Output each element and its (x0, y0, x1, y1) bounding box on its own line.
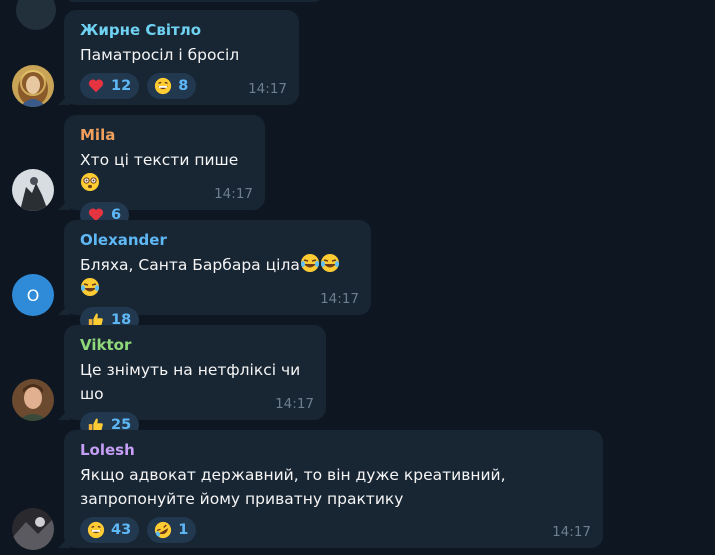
message-time: 14:17 (552, 524, 591, 540)
dizzy-face-icon (81, 173, 99, 191)
avatar-grey-photo-icon[interactable] (12, 169, 54, 211)
tears-of-joy-icon (81, 278, 99, 296)
reaction-grinning[interactable]: 43 (80, 517, 140, 543)
message-text: Паматросіл і бросіл (80, 46, 240, 64)
message-time: 14:17 (248, 81, 287, 97)
reaction-rofl[interactable]: 1 (147, 517, 197, 543)
message-text: Хто ці тексти пише (80, 151, 244, 169)
message-text: Якщо адвокат державний, то він дуже креа… (80, 466, 511, 508)
avatar-man-photo-icon[interactable] (12, 379, 54, 421)
reaction-count: 43 (111, 522, 132, 538)
message-author[interactable]: Mila (80, 125, 249, 145)
message-bubble[interactable]: Жирне Світло Паматросіл і бросіл 12 8 14… (64, 10, 299, 105)
message-time: 14:17 (320, 291, 359, 307)
message-bubble[interactable]: Viktor Це знімуть на нетфліксі чи шо 25 … (64, 325, 326, 438)
message-author[interactable]: Viktor (80, 335, 310, 355)
reaction-count: 1 (178, 522, 189, 538)
avatar-dark-photo-icon[interactable] (12, 508, 54, 550)
reaction-count: 12 (111, 78, 132, 94)
heart-icon (88, 79, 104, 93)
avatar-portrait-icon[interactable] (12, 65, 54, 107)
message-author[interactable]: Olexander (80, 230, 355, 250)
reaction-heart[interactable]: 12 (80, 73, 140, 99)
grinning-face-icon (87, 521, 105, 539)
tears-of-joy-icon (320, 254, 339, 272)
message-text-line: Бляха, Санта Барбара ціла (80, 253, 355, 301)
reaction-grinning[interactable]: 8 (147, 73, 197, 99)
message-time: 14:17 (214, 186, 253, 202)
message-bubble[interactable]: Lolesh Якщо адвокат державний, то він ду… (64, 430, 603, 548)
reaction-count: 8 (178, 78, 189, 94)
message-time: 14:17 (275, 396, 314, 412)
message-author[interactable]: Жирне Світло (80, 20, 283, 40)
reactions-bar: 43 1 (80, 517, 587, 543)
previous-avatar-fragment (16, 0, 56, 30)
tears-of-joy-icon (300, 254, 319, 272)
avatar-letter[interactable]: O (12, 274, 54, 316)
previous-message-bubble-fragment (64, 0, 324, 2)
message-author[interactable]: Lolesh (80, 440, 587, 460)
message-bubble[interactable]: Mila Хто ці тексти пише 6 14:17 (64, 115, 265, 228)
message-text: Бляха, Санта Барбара ціла (80, 256, 300, 274)
rofl-icon (155, 521, 172, 539)
grinning-face-icon (155, 77, 172, 95)
message-bubble[interactable]: Olexander Бляха, Санта Барбара ціла 18 1… (64, 220, 371, 333)
